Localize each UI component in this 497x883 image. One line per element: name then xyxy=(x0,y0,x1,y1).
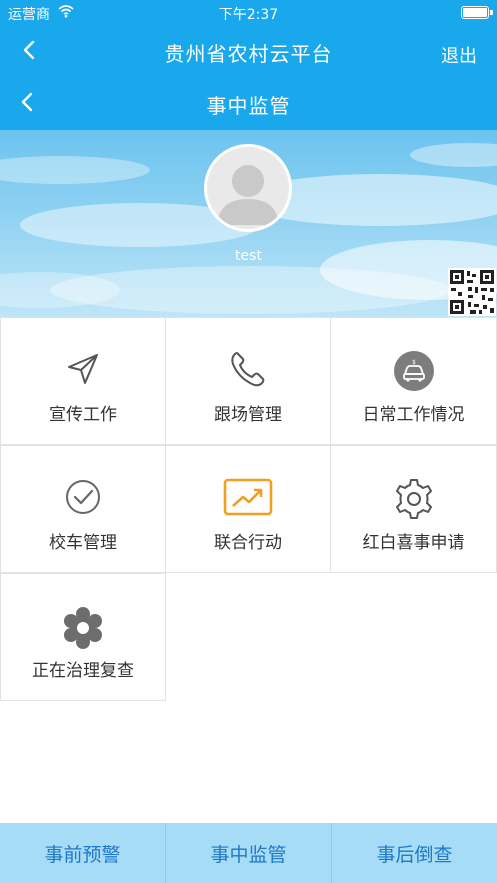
app-navbar: 贵州省农村云平台 退出 xyxy=(0,26,497,78)
menu-item-rectification-review[interactable]: 正在治理复查 xyxy=(0,573,166,701)
username: test xyxy=(235,248,262,264)
tab-pre-warning[interactable]: 事前预警 xyxy=(0,823,165,883)
menu-item-label: 日常工作情况 xyxy=(362,405,465,425)
default-avatar-icon xyxy=(217,165,279,225)
check-circle-icon xyxy=(66,480,100,514)
menu-item-label: 联合行动 xyxy=(214,533,282,553)
screen: 运营商 下午2:37 贵州省农村云平台 退出 事中监管 test 宣传工作 跟场… xyxy=(0,0,497,883)
page-title: 事中监管 xyxy=(206,94,291,118)
battery-icon xyxy=(461,6,489,19)
menu-item-field-management[interactable]: 跟场管理 xyxy=(165,317,331,445)
svg-text:$: $ xyxy=(412,359,416,366)
status-bar: 运营商 下午2:37 xyxy=(0,0,497,26)
menu-item-daily-work[interactable]: $ 日常工作情况 xyxy=(330,317,497,445)
menu-item-label: 正在治理复查 xyxy=(32,661,134,681)
menu-item-school-bus[interactable]: 校车管理 xyxy=(0,445,166,573)
app-title: 贵州省农村云平台 xyxy=(164,42,333,66)
gear-icon xyxy=(395,479,432,519)
trend-chart-icon xyxy=(223,478,273,516)
clock: 下午2:37 xyxy=(218,7,279,23)
logout-button[interactable]: 退出 xyxy=(441,42,477,68)
battery-tip xyxy=(490,10,493,15)
menu-item-label: 校车管理 xyxy=(49,533,117,553)
bottom-tab-bar: 事前预警 事中监管 事后倒查 xyxy=(0,823,497,883)
menu-item-joint-action[interactable]: 联合行动 xyxy=(165,445,331,573)
menu-item-publicity[interactable]: 宣传工作 xyxy=(0,317,166,445)
avatar[interactable] xyxy=(204,144,292,232)
menu-item-label: 跟场管理 xyxy=(214,405,282,425)
page-navbar: 事中监管 xyxy=(0,78,497,130)
car-circle-icon: $ xyxy=(393,351,434,391)
tab-post-review[interactable]: 事后倒查 xyxy=(332,823,497,883)
profile-banner: test xyxy=(0,130,497,317)
qr-code-icon[interactable] xyxy=(448,268,496,316)
flower-gear-icon xyxy=(64,607,102,649)
tab-in-process-supervision[interactable]: 事中监管 xyxy=(166,823,331,883)
menu-item-label: 宣传工作 xyxy=(49,405,117,425)
send-arrow-icon xyxy=(68,354,98,384)
menu-item-wedding-funeral[interactable]: 红白喜事申请 xyxy=(330,445,497,573)
menu-item-label: 红白喜事申请 xyxy=(362,533,465,553)
phone-icon xyxy=(231,352,265,387)
